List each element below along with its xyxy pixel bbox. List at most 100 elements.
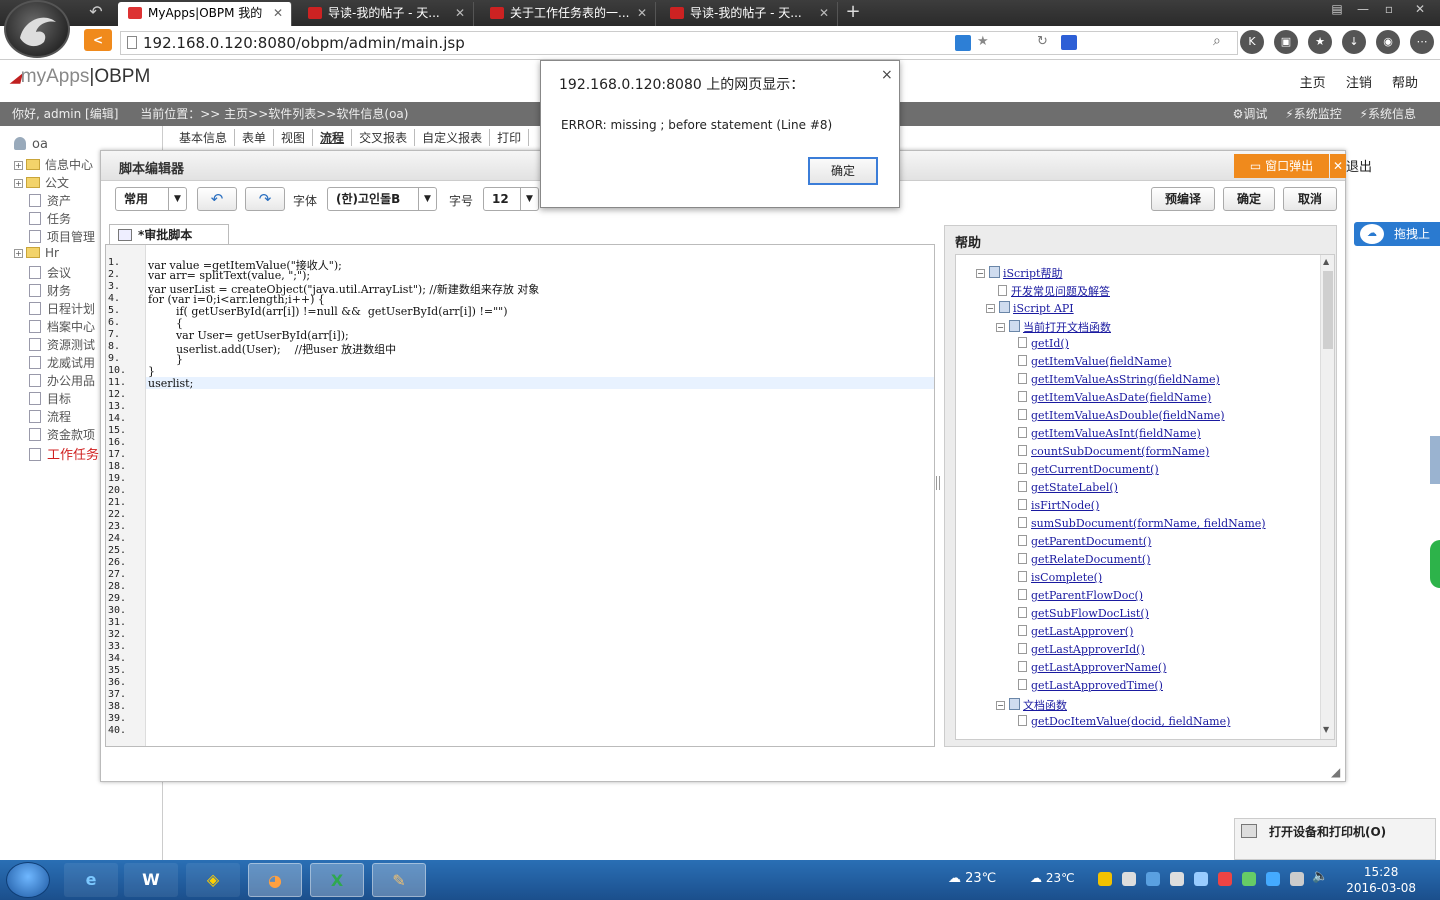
debug-link[interactable]: ⚙调试 <box>1233 107 1268 121</box>
tray-icon[interactable] <box>1122 872 1136 886</box>
tree-item[interactable]: 财务 <box>29 282 71 299</box>
alert-close-icon[interactable]: × <box>881 67 893 83</box>
font-select[interactable]: (한)고인돌B ▼ <box>327 187 437 211</box>
tab-close-icon[interactable]: ✕ <box>455 2 465 24</box>
paint-icon[interactable]: ✎ <box>372 863 426 897</box>
help-item[interactable]: − 文档函数 <box>996 697 1067 713</box>
help-item[interactable]: getItemValueAsDate(fieldName) <box>1018 391 1211 404</box>
code-editor[interactable]: 1. 2. 3. 4. 5. 6. 7. 8. 9. 10. 11. 12. 13. 14. 15. 16. 1… <box>105 244 935 747</box>
scroll-thumb[interactable] <box>1323 271 1333 349</box>
help-item[interactable]: getCurrentDocument() <box>1018 463 1159 476</box>
script-tab[interactable]: *审批脚本 <box>109 224 229 246</box>
nav-logout[interactable]: 注销 <box>1346 76 1372 91</box>
collapse-icon[interactable]: − <box>986 304 995 313</box>
menu-icon[interactable]: ⋯ <box>1410 30 1434 54</box>
collapse-icon[interactable]: − <box>976 269 985 278</box>
drag-upload-button[interactable]: ☁ 拖拽上传 <box>1354 222 1440 265</box>
confirm-button[interactable]: 确定 <box>1223 187 1275 211</box>
tree-item[interactable]: 资金款项 <box>29 426 95 443</box>
help-item[interactable]: getParentDocument() <box>1018 535 1151 548</box>
size-select[interactable]: 12 ▼ <box>483 187 539 211</box>
minimize-icon[interactable]: — <box>1352 2 1374 20</box>
help-item[interactable]: 开发常见问题及解答 <box>998 283 1110 299</box>
tab-forum-2[interactable]: 关于工作任务表的一... ✕ <box>480 2 656 26</box>
precompile-button[interactable]: 预编译 <box>1151 187 1215 211</box>
browser-logo-icon[interactable] <box>4 0 70 58</box>
side-tab[interactable] <box>1430 436 1440 484</box>
back-button[interactable]: < <box>84 29 112 51</box>
help-item[interactable]: isFirtNode() <box>1018 499 1099 512</box>
new-tab-button[interactable]: + <box>843 2 863 24</box>
tree-item[interactable]: + Hr <box>14 246 59 260</box>
tree-item[interactable]: 办公用品 <box>29 372 95 389</box>
translate-icon[interactable] <box>955 35 971 51</box>
help-item[interactable]: getDocItemValue(docid, fieldName) <box>1018 715 1230 728</box>
tab-crossreport[interactable]: 交叉报表 <box>352 129 416 146</box>
tree-item[interactable]: 资源测试 <box>29 336 95 353</box>
tab-forum-3[interactable]: 导读-我的帖子 - 天... ✕ <box>660 2 838 26</box>
dialog-close-button[interactable]: ✕ <box>1330 154 1346 178</box>
favorites-icon[interactable]: ★ <box>1308 30 1332 54</box>
tree-item[interactable]: 项目管理 <box>29 228 95 245</box>
refresh-icon[interactable]: ↻ <box>1037 34 1048 49</box>
tray-icon[interactable] <box>1170 872 1184 886</box>
help-item[interactable]: − 当前打开文档函数 <box>996 319 1111 335</box>
lock-icon[interactable]: ▣ <box>1274 30 1298 54</box>
alert-ok-button[interactable]: 确定 <box>808 157 878 185</box>
redo-button[interactable]: ↷ <box>245 187 285 211</box>
tab-close-icon[interactable]: ✕ <box>637 2 647 24</box>
tab-myapps[interactable]: MyApps|OBPM 我的 ✕ <box>118 2 292 26</box>
excel-icon[interactable]: X <box>310 863 364 897</box>
weather-tray[interactable]: ☁ 23℃ <box>1030 871 1075 885</box>
weather-widget[interactable]: ☁ 23℃ <box>948 871 996 886</box>
tab-close-icon[interactable]: ✕ <box>273 2 283 24</box>
floating-ball[interactable] <box>1430 540 1440 588</box>
scroll-down-icon[interactable]: ▼ <box>1323 725 1329 734</box>
tree-item[interactable]: 资产 <box>29 192 71 209</box>
greeting[interactable]: 你好, admin [编辑] <box>12 107 118 121</box>
help-item[interactable]: getParentFlowDoc() <box>1018 589 1143 602</box>
search-engine-icon[interactable] <box>1061 35 1077 50</box>
collapse-icon[interactable]: − <box>996 701 1005 710</box>
scroll-up-icon[interactable]: ▲ <box>1323 257 1329 266</box>
tab-form[interactable]: 表单 <box>235 129 275 146</box>
mode-select[interactable]: 常用 ▼ <box>115 187 187 211</box>
expand-icon[interactable]: + <box>14 249 23 258</box>
help-item[interactable]: getLastApprovedTime() <box>1018 679 1163 692</box>
star-icon[interactable]: ★ <box>977 34 989 49</box>
printer-popup[interactable]: 打开设备和打印机(O) <box>1234 818 1436 860</box>
help-item[interactable]: getItemValueAsString(fieldName) <box>1018 373 1220 386</box>
tray-icon[interactable] <box>1098 872 1112 886</box>
tree-item[interactable]: 会议 <box>29 264 71 281</box>
sysinfo-link[interactable]: ⚡系统信息 <box>1360 107 1416 121</box>
tree-item[interactable]: 龙威试用 <box>29 354 95 371</box>
help-item[interactable]: getStateLabel() <box>1018 481 1118 494</box>
download-icon[interactable]: ↓ <box>1342 30 1366 54</box>
tree-item[interactable]: + 信息中心 <box>14 156 93 173</box>
resize-grip-icon[interactable]: ◢ <box>1331 765 1340 779</box>
nav-help[interactable]: 帮助 <box>1392 76 1418 91</box>
shield-icon[interactable]: ◈ <box>186 863 240 897</box>
start-button[interactable] <box>6 862 50 898</box>
help-scrollbar[interactable]: ▲ ▼ <box>1320 255 1334 739</box>
undo-button[interactable]: ↶ <box>197 187 237 211</box>
tree-item[interactable]: 任务 <box>29 210 71 227</box>
tray-icon[interactable] <box>1266 872 1280 886</box>
tab-customreport[interactable]: 自定义报表 <box>415 129 491 146</box>
tray-icon[interactable] <box>1194 872 1208 886</box>
clock[interactable]: 15:28 2016-03-08 <box>1346 864 1416 896</box>
ie-icon[interactable]: e <box>64 863 118 897</box>
tab-view[interactable]: 视图 <box>274 129 314 146</box>
help-item[interactable]: getItemValue(fieldName) <box>1018 355 1171 368</box>
network-icon[interactable] <box>1290 872 1304 886</box>
help-item[interactable]: getItemValueAsInt(fieldName) <box>1018 427 1201 440</box>
collapse-icon[interactable]: − <box>996 323 1005 332</box>
volume-icon[interactable]: 🔈 <box>1312 869 1328 884</box>
help-item[interactable]: countSubDocument(formName) <box>1018 445 1209 458</box>
url-field[interactable]: 192.168.0.120:8080/obpm/admin/main.jsp ★… <box>120 31 1238 55</box>
cancel-button[interactable]: 取消 <box>1283 187 1337 211</box>
tree-item[interactable]: 档案中心 <box>29 318 95 335</box>
tray-icon[interactable] <box>1146 872 1160 886</box>
help-item[interactable]: getId() <box>1018 337 1069 350</box>
tab-close-icon[interactable]: ✕ <box>819 2 829 24</box>
